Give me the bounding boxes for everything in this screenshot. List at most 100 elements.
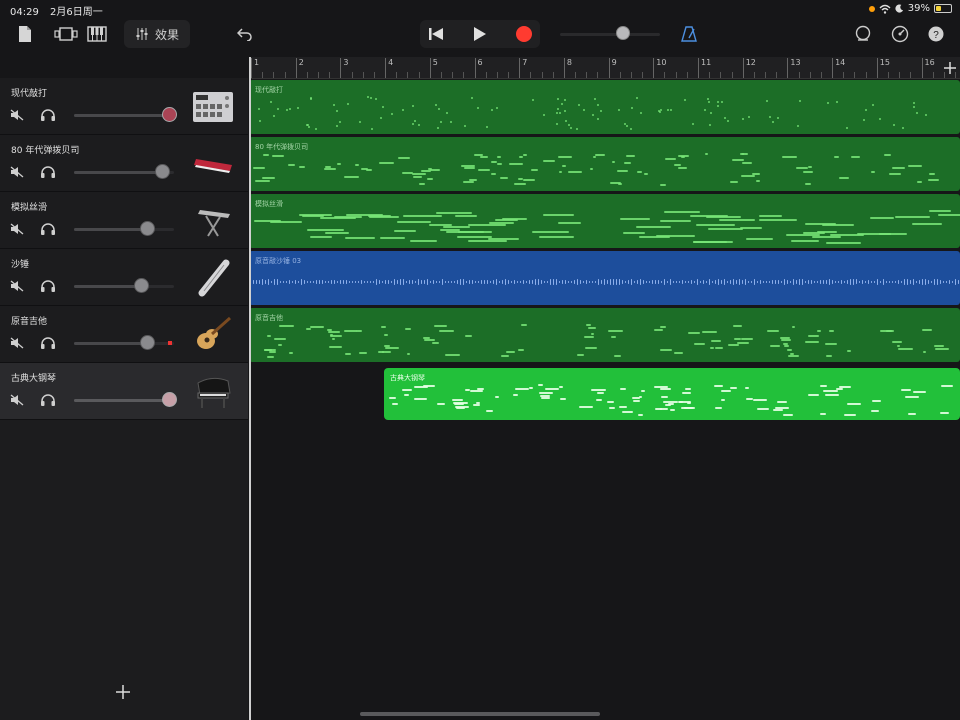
midi-note [705, 153, 709, 156]
track-volume-slider[interactable] [74, 228, 174, 231]
waveform-sample [298, 280, 299, 284]
waveform-sample [658, 279, 659, 285]
mute-button[interactable] [9, 392, 25, 408]
track-header-6[interactable]: 古典大钢琴 [0, 363, 248, 420]
midi-note [670, 408, 676, 411]
track-header-3[interactable]: 模拟丝滑 [0, 192, 248, 249]
input-indicator [168, 341, 172, 345]
effects-button[interactable]: 效果 [124, 20, 190, 48]
midi-note [379, 162, 395, 165]
midi-note [392, 402, 398, 405]
midi-note [288, 107, 291, 110]
settings-button[interactable] [889, 18, 911, 50]
waveform-sample [769, 281, 770, 283]
region-guitar[interactable]: 原音吉他 [249, 308, 960, 362]
waveform-sample [553, 279, 554, 285]
metronome-button[interactable] [678, 18, 700, 50]
master-volume-slider[interactable] [560, 33, 660, 36]
region-drums[interactable]: 现代敲打 [249, 80, 960, 134]
track-volume-slider[interactable] [74, 342, 174, 345]
track-header-2[interactable]: 80 年代弹拨贝司 [0, 135, 248, 192]
track-volume-knob[interactable] [140, 335, 155, 350]
solo-button[interactable] [40, 392, 56, 408]
midi-note [727, 344, 739, 347]
help-button[interactable]: ? [925, 18, 947, 50]
solo-button[interactable] [40, 221, 56, 237]
midi-note [739, 227, 762, 230]
solo-button[interactable] [40, 278, 56, 294]
midi-note [709, 123, 712, 126]
midi-note [678, 401, 684, 404]
waveform-sample [400, 279, 401, 285]
mute-button[interactable] [9, 335, 25, 351]
midi-note [438, 107, 441, 110]
waveform-sample [751, 281, 752, 283]
timeline-ruler[interactable]: 1 2 3 4 5 6 7 8 9 10 11 12 13 14 15 16 [249, 57, 960, 79]
region-shaker[interactable]: 原音敲沙锤 03 [249, 251, 960, 305]
region-bass[interactable]: 80 年代弹拨贝司 [249, 137, 960, 191]
waveform-sample [682, 280, 683, 284]
midi-note [892, 341, 903, 344]
midi-note [330, 335, 342, 338]
ruler-subtick [887, 72, 889, 78]
midi-note [782, 155, 797, 158]
midi-note [929, 172, 936, 175]
mute-button[interactable] [9, 278, 25, 294]
mute-button[interactable] [9, 107, 25, 123]
waveform-sample [523, 279, 524, 285]
midi-note [937, 213, 960, 216]
waveform-sample [364, 281, 365, 283]
ruler-tick [474, 58, 476, 78]
my-songs-button[interactable] [14, 18, 36, 50]
ruler-tick [563, 58, 565, 78]
midi-note [485, 410, 494, 413]
midi-note [298, 213, 332, 216]
undo-button[interactable] [234, 18, 256, 50]
midi-note [269, 350, 276, 353]
tracks-area[interactable]: 现代敲打 80 年代弹拨贝司 模拟丝滑 原音敲沙锤 03 原音吉他 古典大钢琴 [249, 79, 960, 720]
track-volume-knob[interactable] [162, 392, 177, 407]
waveform-sample [451, 281, 452, 283]
solo-button[interactable] [40, 107, 56, 123]
track-volume-knob[interactable] [134, 278, 149, 293]
solo-button[interactable] [40, 164, 56, 180]
waveform-sample [595, 280, 596, 284]
midi-note [796, 166, 808, 169]
track-volume-slider[interactable] [74, 399, 174, 402]
playhead[interactable] [249, 57, 251, 720]
waveform-sample [727, 280, 728, 284]
track-volume-knob[interactable] [140, 221, 155, 236]
view-toggle-button[interactable] [52, 18, 80, 50]
keyboard-button[interactable] [86, 18, 108, 50]
midi-note [659, 326, 667, 329]
ruler-subtick [932, 72, 934, 78]
midi-note [705, 216, 742, 219]
midi-note [913, 391, 926, 393]
go-to-start-button[interactable] [424, 18, 448, 50]
track-header-1[interactable]: 现代敲打 [0, 78, 248, 135]
add-track-button[interactable] [116, 680, 134, 699]
waveform-sample [301, 279, 302, 285]
record-button[interactable] [512, 18, 536, 50]
mute-button[interactable] [9, 164, 25, 180]
loops-button[interactable] [852, 18, 874, 50]
midi-note [257, 107, 260, 110]
track-volume-slider[interactable] [74, 285, 174, 288]
region-grand-piano[interactable]: 古典大钢琴 [384, 368, 960, 420]
midi-note [457, 235, 493, 238]
play-button[interactable] [468, 18, 492, 50]
solo-button[interactable] [40, 335, 56, 351]
midi-note [564, 98, 567, 101]
ruler-subtick [720, 72, 722, 78]
track-volume-knob[interactable] [162, 107, 177, 122]
track-header-5[interactable]: 原音吉他 [0, 306, 248, 363]
track-header-4[interactable]: 沙锤 [0, 249, 248, 306]
track-volume-slider[interactable] [74, 114, 174, 117]
add-section-button[interactable] [944, 59, 958, 74]
master-volume-knob[interactable] [616, 26, 630, 40]
midi-note [777, 116, 780, 119]
waveform-sample [373, 280, 374, 284]
region-synth[interactable]: 模拟丝滑 [249, 194, 960, 248]
mute-button[interactable] [9, 221, 25, 237]
track-volume-knob[interactable] [155, 164, 170, 179]
